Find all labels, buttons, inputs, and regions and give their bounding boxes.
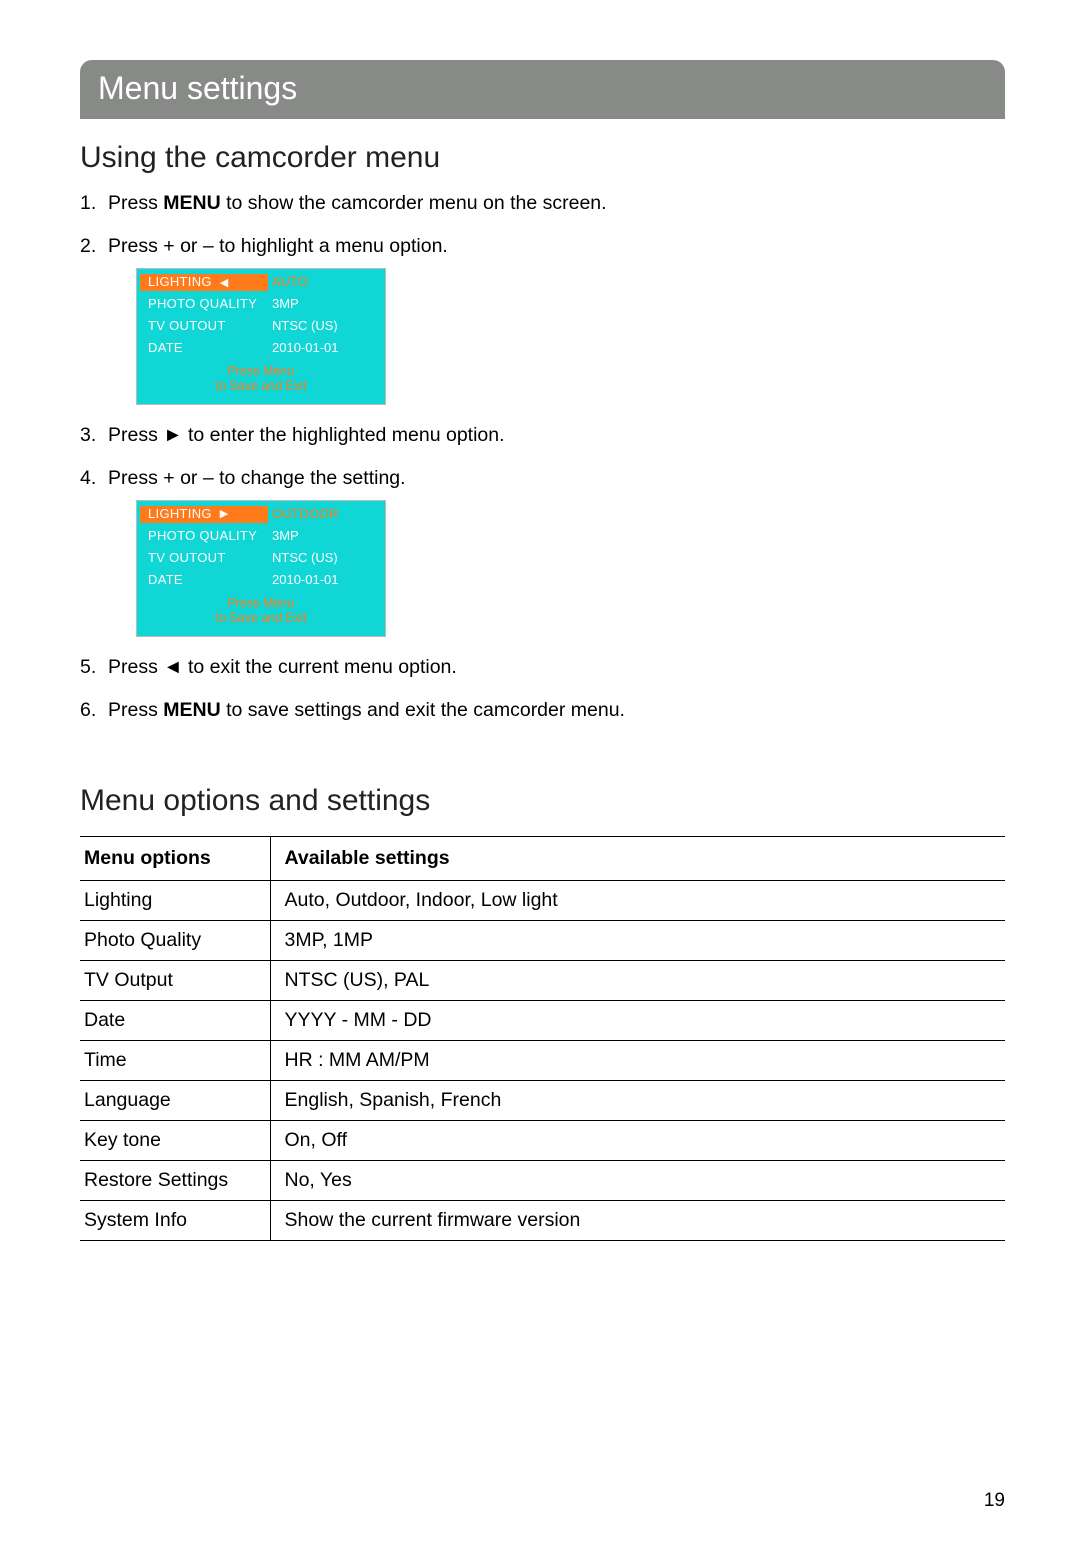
step-3-text: Press ► to enter the highlighted menu op…	[108, 424, 505, 446]
step-2: Press + or – to highlight a menu option.…	[80, 234, 1005, 405]
step-2-text: Press + or – to highlight a menu option.	[108, 235, 448, 257]
cam2-row-photo-quality: PHOTO QUALITY 3MP	[140, 526, 382, 548]
table-cell-value: NTSC (US), PAL	[270, 960, 1005, 1000]
cam2-date-value: 2010-01-01	[268, 572, 382, 589]
cam2-tv-output-value: NTSC (US)	[268, 550, 382, 567]
cam2-footer-line1: Press Menu	[140, 596, 382, 612]
table-row: Key tone On, Off	[80, 1120, 1005, 1160]
cam2-footer-line2: to Save and Exit	[140, 611, 382, 627]
table-row: Date YYYY - MM - DD	[80, 1000, 1005, 1040]
step-4-text: Press + or – to change the setting.	[108, 467, 406, 489]
cam1-row-tv-output: TV OUTOUT NTSC (US)	[140, 316, 382, 338]
settings-table: Menu options Available settings Lighting…	[80, 836, 1005, 1241]
table-cell-option: Time	[80, 1040, 270, 1080]
cam1-date-value: 2010-01-01	[268, 340, 382, 357]
subsection-heading-options: Menu options and settings	[80, 784, 1005, 818]
cam1-row-photo-quality: PHOTO QUALITY 3MP	[140, 294, 382, 316]
cam2-row-lighting: LIGHTING ▶ OUTDOOR	[140, 504, 382, 526]
cam1-row-lighting: LIGHTING ◀ AUTO	[140, 272, 382, 294]
section-title: Menu settings	[98, 70, 297, 106]
cam1-lighting-label: LIGHTING	[148, 274, 212, 291]
cam1-photo-quality-label: PHOTO QUALITY	[140, 296, 268, 313]
step-5-text: Press ◄ to exit the current menu option.	[108, 656, 457, 678]
camcorder-screen-1: LIGHTING ◀ AUTO PHOTO QUALITY 3MP TV OUT…	[136, 268, 386, 405]
table-cell-option: Lighting	[80, 880, 270, 920]
table-cell-option: Key tone	[80, 1120, 270, 1160]
table-cell-value: Show the current firmware version	[270, 1200, 1005, 1240]
cam1-footer-line1: Press Menu	[140, 364, 382, 380]
step-6-text-a: Press	[108, 699, 163, 721]
cam2-row-date: DATE 2010-01-01	[140, 570, 382, 592]
table-cell-value: No, Yes	[270, 1160, 1005, 1200]
table-row: System Info Show the current firmware ve…	[80, 1200, 1005, 1240]
cam1-photo-quality-value: 3MP	[268, 296, 382, 313]
step-4: Press + or – to change the setting. LIGH…	[80, 466, 1005, 637]
cam1-tv-output-label: TV OUTOUT	[140, 318, 268, 335]
camcorder-screen-2: LIGHTING ▶ OUTDOOR PHOTO QUALITY 3MP TV …	[136, 500, 386, 637]
table-row: Lighting Auto, Outdoor, Indoor, Low ligh…	[80, 880, 1005, 920]
table-row: Time HR : MM AM/PM	[80, 1040, 1005, 1080]
step-6-menu-bold: MENU	[163, 699, 220, 721]
cam2-lighting-value: OUTDOOR	[268, 506, 382, 523]
table-cell-value: YYYY - MM - DD	[270, 1000, 1005, 1040]
table-header-options: Menu options	[80, 836, 270, 880]
step-1-menu-bold: MENU	[163, 192, 220, 214]
triangle-left-icon: ◀	[220, 276, 229, 290]
cam2-lighting-label: LIGHTING	[148, 506, 212, 523]
table-cell-value: English, Spanish, French	[270, 1080, 1005, 1120]
cam1-footer-line2: to Save and Exit	[140, 379, 382, 395]
triangle-right-icon: ▶	[220, 507, 229, 521]
cam2-row-tv-output: TV OUTOUT NTSC (US)	[140, 548, 382, 570]
section-title-bar: Menu settings	[80, 60, 1005, 119]
step-1-text-a: Press	[108, 192, 163, 214]
table-cell-value: HR : MM AM/PM	[270, 1040, 1005, 1080]
table-row: Restore Settings No, Yes	[80, 1160, 1005, 1200]
subsection-heading-using-menu: Using the camcorder menu	[80, 141, 1005, 175]
table-cell-option: Date	[80, 1000, 270, 1040]
cam1-tv-output-value: NTSC (US)	[268, 318, 382, 335]
table-row: Language English, Spanish, French	[80, 1080, 1005, 1120]
table-row: Photo Quality 3MP, 1MP	[80, 920, 1005, 960]
step-6-text-b: to save settings and exit the camcorder …	[221, 699, 625, 721]
cam1-row-date: DATE 2010-01-01	[140, 338, 382, 360]
step-6: Press MENU to save settings and exit the…	[80, 698, 1005, 723]
table-header-settings: Available settings	[270, 836, 1005, 880]
cam2-photo-quality-value: 3MP	[268, 528, 382, 545]
cam2-date-label: DATE	[140, 572, 268, 589]
table-cell-value: Auto, Outdoor, Indoor, Low light	[270, 880, 1005, 920]
cam2-tv-output-label: TV OUTOUT	[140, 550, 268, 567]
cam2-photo-quality-label: PHOTO QUALITY	[140, 528, 268, 545]
table-row: TV Output NTSC (US), PAL	[80, 960, 1005, 1000]
table-cell-value: On, Off	[270, 1120, 1005, 1160]
table-cell-option: System Info	[80, 1200, 270, 1240]
step-5: Press ◄ to exit the current menu option.	[80, 655, 1005, 680]
table-cell-value: 3MP, 1MP	[270, 920, 1005, 960]
page-number: 19	[984, 1490, 1005, 1512]
step-1-text-b: to show the camcorder menu on the screen…	[221, 192, 607, 214]
step-1: Press MENU to show the camcorder menu on…	[80, 191, 1005, 216]
table-cell-option: Photo Quality	[80, 920, 270, 960]
table-cell-option: Restore Settings	[80, 1160, 270, 1200]
steps-list: Press MENU to show the camcorder menu on…	[80, 191, 1005, 724]
step-3: Press ► to enter the highlighted menu op…	[80, 423, 1005, 448]
table-cell-option: TV Output	[80, 960, 270, 1000]
cam1-footer: Press Menu to Save and Exit	[140, 360, 382, 401]
cam1-lighting-value: AUTO	[268, 274, 382, 291]
cam1-date-label: DATE	[140, 340, 268, 357]
cam2-footer: Press Menu to Save and Exit	[140, 592, 382, 633]
table-cell-option: Language	[80, 1080, 270, 1120]
